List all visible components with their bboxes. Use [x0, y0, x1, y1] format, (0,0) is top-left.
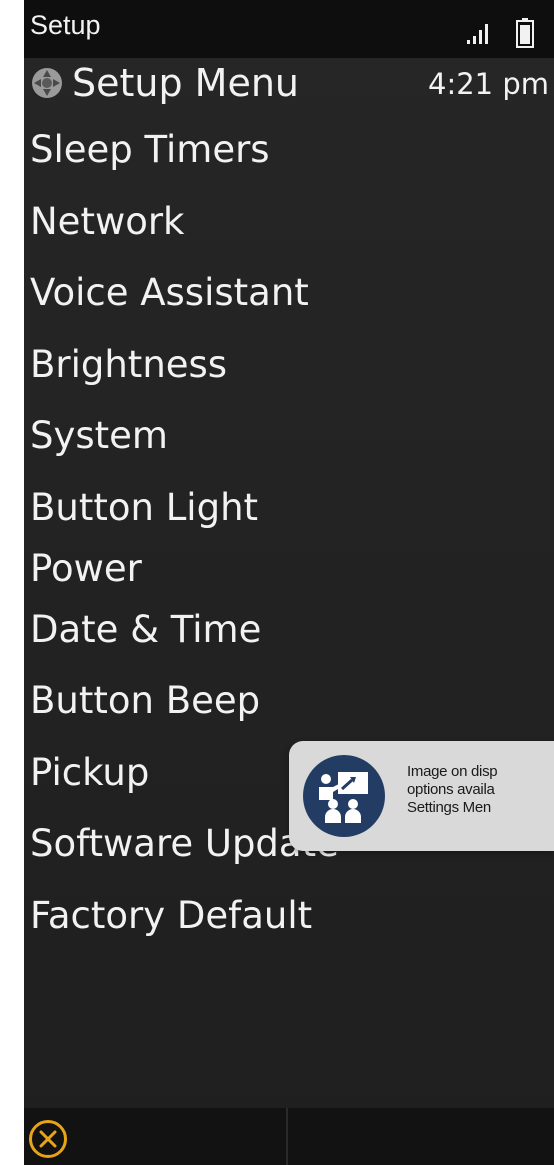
tooltip-line: Settings Men: [407, 799, 491, 816]
status-title: Setup: [30, 10, 101, 40]
menu-item-voice-assistant[interactable]: Voice Assistant: [24, 271, 554, 343]
menu-item-system[interactable]: System: [24, 414, 554, 486]
menu-item-sleep-timers[interactable]: Sleep Timers: [24, 128, 554, 200]
page-title: Setup Menu: [72, 61, 300, 105]
tooltip-text: Image on disp options availa Settings Me…: [407, 763, 554, 817]
status-bar: Setup: [24, 0, 554, 58]
tooltip-line: Image on disp: [407, 763, 498, 780]
signal-icon: [467, 24, 488, 44]
close-button[interactable]: [29, 1120, 67, 1158]
setup-dial-icon: [32, 68, 62, 98]
menu-item-button-beep[interactable]: Button Beep: [24, 679, 554, 751]
bottom-divider: [286, 1108, 288, 1165]
clock-time: 4:21 pm: [428, 67, 549, 101]
menu-item-brightness[interactable]: Brightness: [24, 343, 554, 415]
battery-icon: [516, 18, 534, 48]
menu-item-date-time[interactable]: Date & Time: [24, 608, 554, 680]
menu-item-button-light[interactable]: Button Light: [24, 486, 554, 547]
tooltip-avatar: [303, 755, 385, 837]
tooltip-line: options availa: [407, 781, 495, 798]
menu-item-factory-default[interactable]: Factory Default: [24, 894, 554, 966]
bottom-bar: [24, 1108, 554, 1165]
presenter-icon: [319, 772, 368, 823]
help-tooltip: Image on disp options availa Settings Me…: [289, 741, 554, 851]
menu-item-network[interactable]: Network: [24, 200, 554, 272]
close-icon: [39, 1130, 57, 1148]
device-screen: Setup Setup Menu 4:21 pm Sleep Timers Ne…: [24, 0, 554, 1165]
header: Setup Menu 4:21 pm: [24, 58, 554, 110]
menu-item-power[interactable]: Power: [24, 547, 554, 608]
